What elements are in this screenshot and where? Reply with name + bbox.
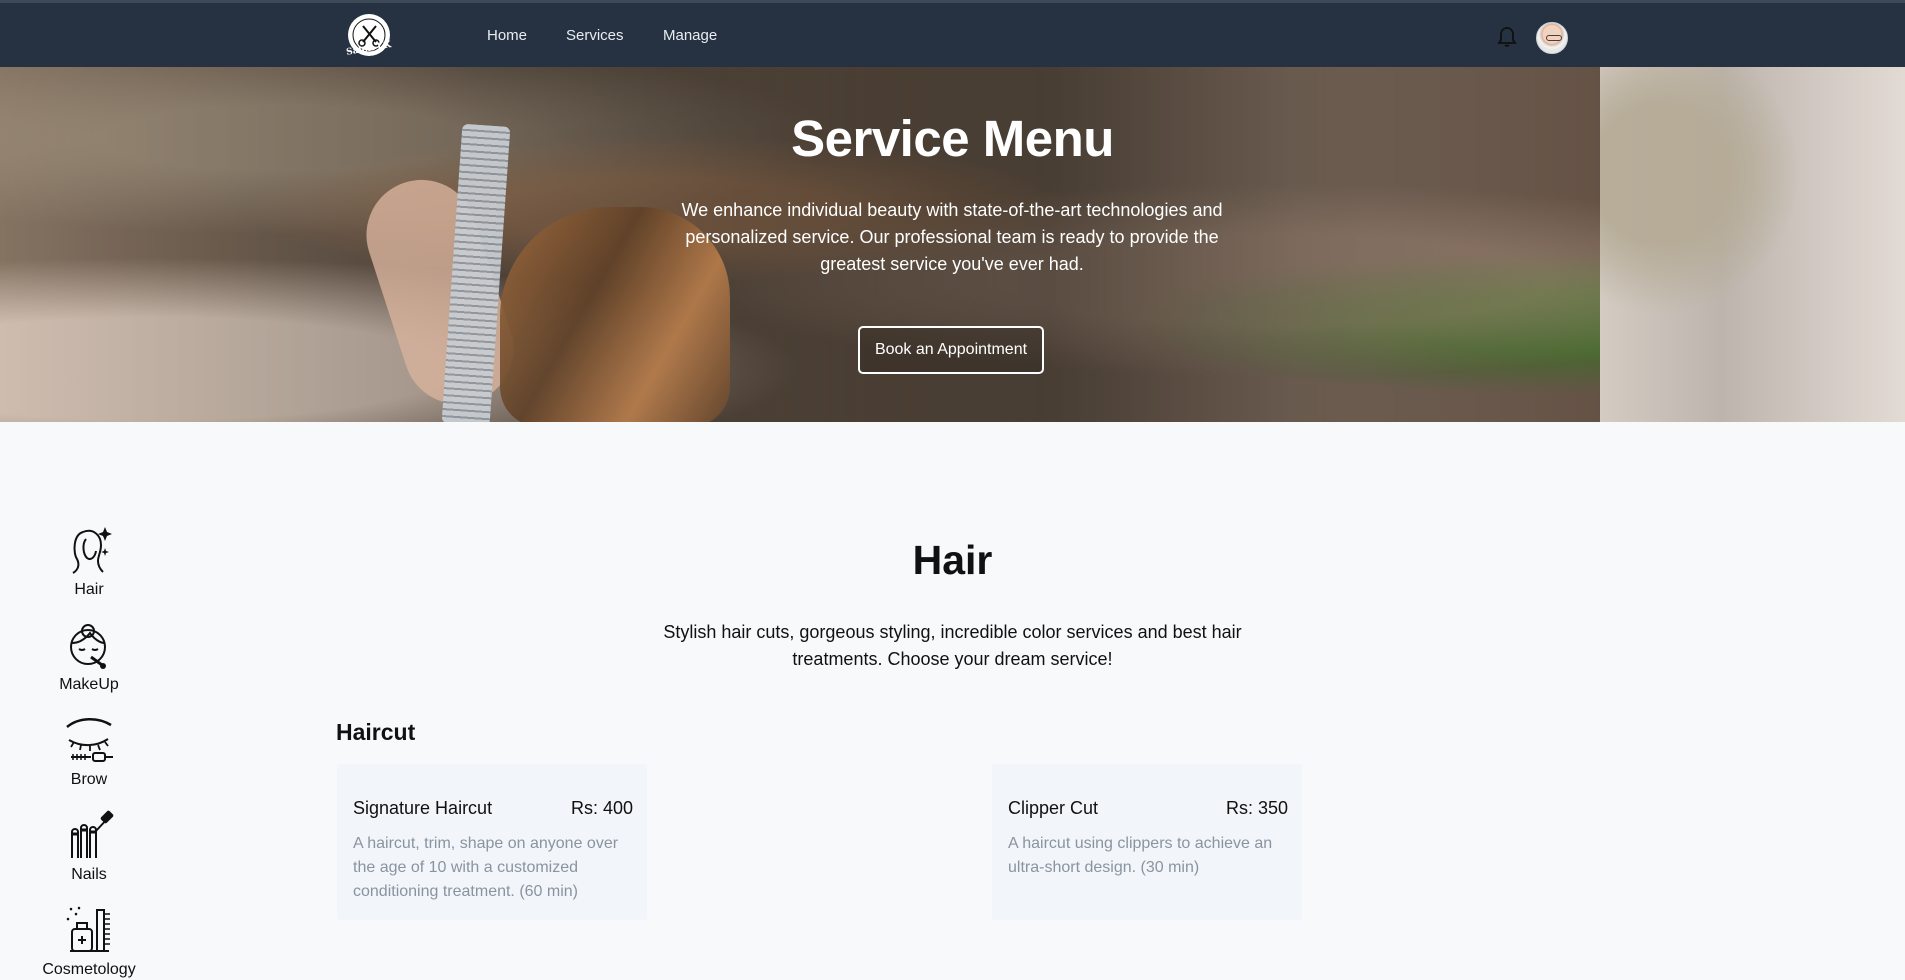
subcategory-title: Haircut	[336, 719, 416, 745]
top-navbar: Salon LK Home Services Manage	[0, 0, 1905, 67]
nav-link-manage[interactable]: Manage	[663, 27, 717, 44]
sidebar-label-nails: Nails	[71, 866, 107, 883]
makeup-icon	[70, 624, 106, 669]
sidebar-item-cosmetology[interactable]: Cosmetology	[39, 905, 139, 979]
service-name: Signature Haircut	[353, 798, 493, 818]
service-price: Rs: 400	[570, 798, 633, 818]
sidebar-label-makeup: MakeUp	[59, 676, 119, 693]
hero-title: Service Menu	[791, 110, 1114, 167]
cosmetology-icon	[66, 906, 110, 952]
category-description: Stylish hair cuts, gorgeous styling, inc…	[663, 622, 1242, 669]
book-appointment-button[interactable]: Book an Appointment	[858, 326, 1044, 374]
nails-icon	[71, 810, 114, 858]
notification-bell-icon[interactable]	[1497, 26, 1517, 48]
nav-link-services[interactable]: Services	[566, 27, 624, 44]
service-description: A haircut, trim, shape on anyone over th…	[353, 835, 619, 900]
service-name: Clipper Cut	[1008, 798, 1099, 818]
sidebar-item-brow[interactable]: Brow	[39, 715, 139, 789]
sidebar-label-brow: Brow	[70, 771, 108, 788]
hero-description: We enhance individual beauty with state-…	[681, 200, 1223, 274]
service-card[interactable]: Signature Haircut Rs: 400 A haircut, tri…	[337, 764, 647, 920]
service-card[interactable]: Clipper Cut Rs: 350 A haircut using clip…	[992, 764, 1302, 920]
user-avatar[interactable]	[1536, 22, 1568, 54]
sidebar-label-cosmetology: Cosmetology	[42, 961, 136, 978]
sidebar-item-makeup[interactable]: MakeUp	[39, 620, 139, 694]
service-description: A haircut using clippers to achieve an u…	[1008, 835, 1273, 876]
category-title: Hair	[912, 537, 993, 583]
service-price: Rs: 350	[1225, 798, 1288, 818]
nav-link-home[interactable]: Home	[487, 27, 527, 44]
brow-icon	[66, 718, 113, 762]
sidebar-item-nails[interactable]: Nails	[39, 810, 139, 884]
